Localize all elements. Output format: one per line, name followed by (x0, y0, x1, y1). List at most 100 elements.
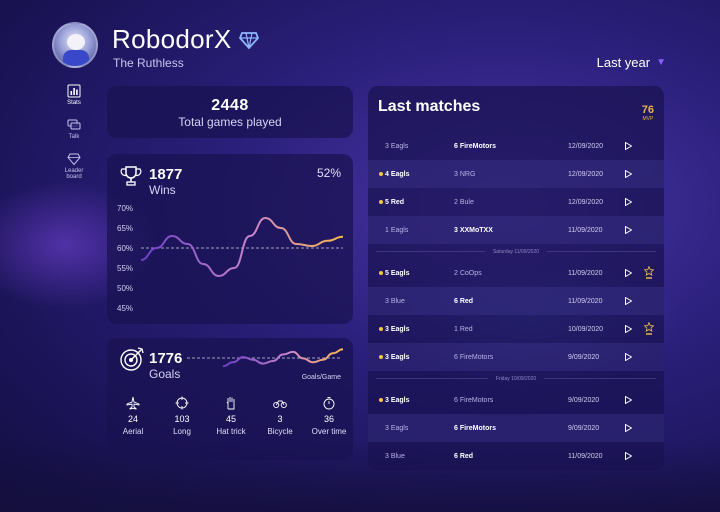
avatar-body (63, 50, 89, 66)
y-tick-label: 60% (117, 244, 133, 253)
stat-long: 103 Long (162, 396, 202, 437)
play-icon[interactable] (625, 170, 632, 178)
crosshair-icon (175, 396, 189, 410)
airplane-icon (126, 396, 140, 410)
play-icon[interactable] (625, 198, 632, 206)
last-matches-title: Last matches (378, 98, 481, 115)
match-row[interactable]: 4 Eagls 3 NRG 12/09/2020 (368, 160, 664, 188)
total-games-card: 2448 Total games played (107, 86, 353, 138)
avatar[interactable] (52, 22, 98, 68)
play-icon[interactable] (625, 269, 632, 277)
match-row[interactable]: 1 Eagls 3 XXMoTXX 11/09/2020 (368, 216, 664, 244)
stat-overtime-label: Over time (311, 427, 347, 436)
nav-item-stats[interactable]: Stats (58, 84, 90, 106)
team-a-score: 3 Eagls (385, 424, 409, 432)
play-icon[interactable] (625, 396, 632, 404)
team-a-score: 4 Eagls (385, 170, 410, 178)
wins-label: Wins (149, 183, 176, 197)
total-games-value: 2448 (211, 97, 249, 114)
goals-trend-chart (187, 348, 344, 368)
goal-types: 24 Aerial 103 Long 45 Hat trick 3 Bicycl… (113, 396, 349, 437)
team-b-score: 2 Bule (454, 198, 474, 206)
play-icon[interactable] (625, 226, 632, 234)
play-icon[interactable] (625, 325, 632, 333)
match-row[interactable]: 3 Blue 6 Red 11/09/2020 (368, 442, 664, 470)
caret-down-icon: ▼ (656, 57, 666, 68)
match-row[interactable]: 3 Eagls 1 Red 10/09/2020 (368, 315, 664, 343)
win-dot (379, 172, 383, 176)
nav-label-leaderboard: Leader board (64, 168, 84, 180)
team-a-score: 5 Eagls (385, 269, 410, 277)
stat-bicycle-value: 3 (277, 414, 283, 424)
nav-label-talk: Talk (68, 134, 80, 140)
team-b-score: 6 Red (454, 297, 474, 305)
match-row[interactable]: 5 Eagls 2 CoOps 11/09/2020 (368, 259, 664, 287)
wins-line-chart: 70% 65% 60% 55% 50% 45% (117, 204, 344, 313)
y-tick-label: 70% (117, 204, 133, 213)
team-a-score: 3 Eagls (385, 142, 409, 150)
y-tick-label: 55% (117, 264, 133, 273)
goals-per-game-label: Goals/Game (301, 374, 341, 381)
player-name-row: RobodorX (112, 24, 260, 55)
stat-overtime: 36 Over time (309, 396, 349, 437)
date-divider-label: Saturday 11/09/2020 (492, 248, 540, 255)
player-name: RobodorX (112, 24, 232, 54)
stat-hat-trick-value: 45 (225, 414, 236, 424)
trophy-icon (120, 166, 142, 186)
stat-long-label: Long (173, 427, 191, 436)
team-b-score: 6 FireMotors (454, 353, 494, 361)
stat-aerial: 24 Aerial (113, 396, 153, 437)
play-icon[interactable] (625, 353, 632, 361)
player-title: The Ruthless (113, 56, 184, 70)
team-a-score: 3 Blue (385, 297, 405, 305)
win-dot (379, 355, 383, 359)
match-date: 11/09/2020 (568, 297, 603, 305)
match-row[interactable]: 5 Red 2 Bule 12/09/2020 (368, 188, 664, 216)
stat-bicycle: 3 Bicycle (260, 396, 300, 437)
side-nav: Stats Talk Leader board (58, 84, 90, 192)
stat-overtime-value: 36 (323, 414, 334, 424)
goals-label: Goals (149, 367, 181, 381)
win-dot (379, 200, 383, 204)
team-a-score: 3 Blue (385, 452, 405, 460)
match-list: 3 Eagls 6 FireMotors 12/09/2020 4 Eagls 3 NR… (368, 132, 664, 470)
goals-card: 1776 Goals Goals/Game 24 Aerial 103 Long… (107, 338, 353, 460)
period-select[interactable]: Last year ▼ (597, 55, 666, 70)
stat-long-value: 103 (174, 414, 190, 424)
team-b-score: 1 Red (454, 325, 473, 333)
y-tick-label: 50% (117, 284, 133, 293)
match-row[interactable]: 3 Eagls 6 FireMotors 9/09/2020 (368, 414, 664, 442)
diamond-icon (67, 153, 81, 166)
total-games-label: Total games played (178, 115, 282, 129)
play-icon[interactable] (625, 452, 632, 460)
y-tick-label: 65% (117, 224, 133, 233)
bar-chart-icon (67, 84, 81, 98)
match-row[interactable]: 3 Eagls 6 FireMotors 9/09/2020 (368, 343, 664, 371)
bicycle-icon (273, 400, 287, 409)
match-date: 11/09/2020 (568, 452, 603, 460)
match-row[interactable]: 3 Eagls 6 FireMotors 9/09/2020 (368, 386, 664, 414)
team-a-score: 3 Eagls (385, 396, 410, 404)
play-icon[interactable] (625, 142, 632, 150)
play-icon[interactable] (625, 297, 632, 305)
team-a-score: 5 Red (385, 198, 405, 206)
stat-bicycle-label: Bicycle (267, 427, 293, 436)
chat-icon (67, 119, 81, 130)
stat-aerial-value: 24 (127, 414, 138, 424)
mvp-star-icon (644, 322, 654, 335)
match-row[interactable]: 3 Eagls 6 FireMotors 12/09/2020 (368, 132, 664, 160)
avatar-face (67, 34, 85, 50)
win-dot (379, 327, 383, 331)
match-row[interactable]: 3 Blue 6 Red 11/09/2020 (368, 287, 664, 315)
play-icon[interactable] (625, 424, 632, 432)
diamond-icon (239, 31, 260, 49)
stat-aerial-label: Aerial (122, 427, 144, 436)
nav-item-leaderboard[interactable]: Leader board (58, 152, 90, 180)
y-tick-label: 45% (117, 304, 133, 313)
goals-value: 1776 (149, 350, 183, 367)
nav-item-talk[interactable]: Talk (58, 118, 90, 140)
team-b-score: 6 FireMotors (454, 396, 494, 404)
date-divider-label: Friday 10/09/2020 (495, 375, 537, 382)
stat-hat-trick: 45 Hat trick (211, 396, 251, 437)
wins-percent: 52% (316, 166, 341, 180)
